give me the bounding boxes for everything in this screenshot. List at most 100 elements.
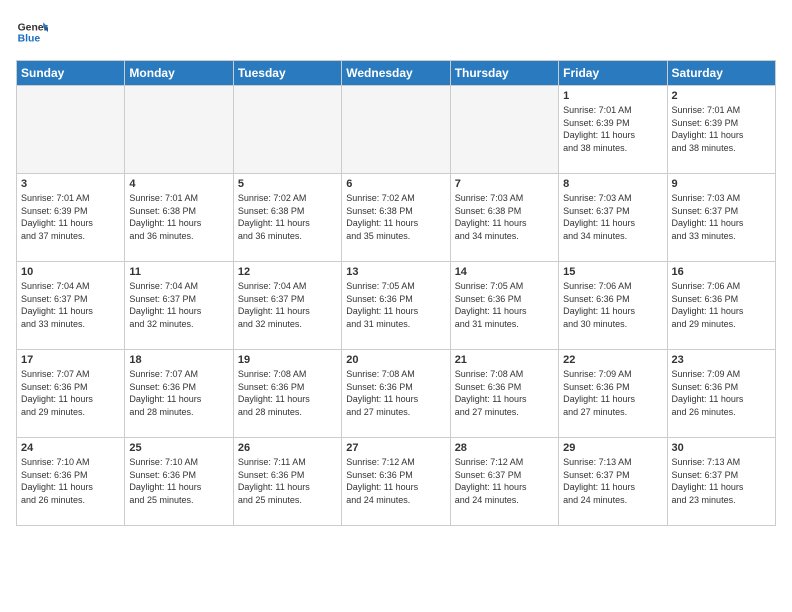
day-number: 23 xyxy=(672,354,771,366)
day-cell: 24 Sunrise: 7:10 AM Sunset: 6:36 PM Dayli… xyxy=(17,438,125,526)
day-info: Sunrise: 7:01 AM Sunset: 6:38 PM Dayligh… xyxy=(129,192,228,242)
logo-icon: General Blue xyxy=(16,16,48,48)
day-number: 9 xyxy=(672,178,771,190)
day-info: Sunrise: 7:02 AM Sunset: 6:38 PM Dayligh… xyxy=(346,192,445,242)
day-number: 1 xyxy=(563,90,662,102)
day-info: Sunrise: 7:09 AM Sunset: 6:36 PM Dayligh… xyxy=(672,368,771,418)
day-info: Sunrise: 7:01 AM Sunset: 6:39 PM Dayligh… xyxy=(21,192,120,242)
day-number: 27 xyxy=(346,442,445,454)
day-number: 3 xyxy=(21,178,120,190)
day-number: 13 xyxy=(346,266,445,278)
day-info: Sunrise: 7:01 AM Sunset: 6:39 PM Dayligh… xyxy=(563,104,662,154)
day-info: Sunrise: 7:04 AM Sunset: 6:37 PM Dayligh… xyxy=(238,280,337,330)
day-number: 25 xyxy=(129,442,228,454)
day-info: Sunrise: 7:12 AM Sunset: 6:36 PM Dayligh… xyxy=(346,456,445,506)
day-cell: 25 Sunrise: 7:10 AM Sunset: 6:36 PM Dayli… xyxy=(125,438,233,526)
day-info: Sunrise: 7:09 AM Sunset: 6:36 PM Dayligh… xyxy=(563,368,662,418)
day-cell: 11 Sunrise: 7:04 AM Sunset: 6:37 PM Dayli… xyxy=(125,262,233,350)
day-cell xyxy=(17,86,125,174)
day-cell: 6 Sunrise: 7:02 AM Sunset: 6:38 PM Daylig… xyxy=(342,174,450,262)
day-number: 7 xyxy=(455,178,554,190)
week-row-5: 24 Sunrise: 7:10 AM Sunset: 6:36 PM Dayli… xyxy=(17,438,776,526)
header-tuesday: Tuesday xyxy=(233,61,341,86)
header-monday: Monday xyxy=(125,61,233,86)
day-number: 17 xyxy=(21,354,120,366)
day-cell xyxy=(342,86,450,174)
day-number: 30 xyxy=(672,442,771,454)
header-friday: Friday xyxy=(559,61,667,86)
day-cell: 15Sunrise: 7:06 AM Sunset: 6:36 PM Dayli… xyxy=(559,262,667,350)
day-cell xyxy=(233,86,341,174)
day-info: Sunrise: 7:03 AM Sunset: 6:38 PM Dayligh… xyxy=(455,192,554,242)
day-cell: 3 Sunrise: 7:01 AM Sunset: 6:39 PM Daylig… xyxy=(17,174,125,262)
day-number: 8 xyxy=(563,178,662,190)
day-info: Sunrise: 7:06 AM Sunset: 6:36 PM Dayligh… xyxy=(563,280,662,330)
header-thursday: Thursday xyxy=(450,61,558,86)
day-cell: 20Sunrise: 7:08 AM Sunset: 6:36 PM Dayli… xyxy=(342,350,450,438)
day-number: 20 xyxy=(346,354,445,366)
day-cell: 18 Sunrise: 7:07 AM Sunset: 6:36 PM Dayli… xyxy=(125,350,233,438)
svg-text:Blue: Blue xyxy=(18,34,41,45)
day-cell: 13 Sunrise: 7:05 AM Sunset: 6:36 PM Dayli… xyxy=(342,262,450,350)
day-cell xyxy=(450,86,558,174)
day-cell: 19 Sunrise: 7:08 AM Sunset: 6:36 PM Dayli… xyxy=(233,350,341,438)
day-info: Sunrise: 7:02 AM Sunset: 6:38 PM Dayligh… xyxy=(238,192,337,242)
day-cell: 17 Sunrise: 7:07 AM Sunset: 6:36 PM Dayli… xyxy=(17,350,125,438)
day-cell: 4 Sunrise: 7:01 AM Sunset: 6:38 PM Daylig… xyxy=(125,174,233,262)
day-cell: 28Sunrise: 7:12 AM Sunset: 6:37 PM Dayli… xyxy=(450,438,558,526)
day-info: Sunrise: 7:04 AM Sunset: 6:37 PM Dayligh… xyxy=(21,280,120,330)
day-info: Sunrise: 7:05 AM Sunset: 6:36 PM Dayligh… xyxy=(455,280,554,330)
day-info: Sunrise: 7:04 AM Sunset: 6:37 PM Dayligh… xyxy=(129,280,228,330)
day-number: 16 xyxy=(672,266,771,278)
day-number: 11 xyxy=(129,266,228,278)
day-cell: 1 Sunrise: 7:01 AM Sunset: 6:39 PM Daylig… xyxy=(559,86,667,174)
day-cell: 7 Sunrise: 7:03 AM Sunset: 6:38 PM Daylig… xyxy=(450,174,558,262)
week-row-4: 17 Sunrise: 7:07 AM Sunset: 6:36 PM Dayli… xyxy=(17,350,776,438)
day-cell: 2 Sunrise: 7:01 AM Sunset: 6:39 PM Daylig… xyxy=(667,86,775,174)
day-cell: 26 Sunrise: 7:11 AM Sunset: 6:36 PM Dayli… xyxy=(233,438,341,526)
day-number: 21 xyxy=(455,354,554,366)
day-number: 6 xyxy=(346,178,445,190)
week-row-3: 10 Sunrise: 7:04 AM Sunset: 6:37 PM Dayli… xyxy=(17,262,776,350)
day-info: Sunrise: 7:03 AM Sunset: 6:37 PM Dayligh… xyxy=(563,192,662,242)
day-cell: 16 Sunrise: 7:06 AM Sunset: 6:36 PM Dayli… xyxy=(667,262,775,350)
day-info: Sunrise: 7:10 AM Sunset: 6:36 PM Dayligh… xyxy=(21,456,120,506)
day-cell: 5 Sunrise: 7:02 AM Sunset: 6:38 PM Daylig… xyxy=(233,174,341,262)
day-cell: 8 Sunrise: 7:03 AM Sunset: 6:37 PM Daylig… xyxy=(559,174,667,262)
day-cell xyxy=(125,86,233,174)
day-number: 2 xyxy=(672,90,771,102)
logo: General Blue xyxy=(16,16,52,48)
day-cell: 21 Sunrise: 7:08 AM Sunset: 6:36 PM Dayli… xyxy=(450,350,558,438)
day-number: 26 xyxy=(238,442,337,454)
day-cell: 9 Sunrise: 7:03 AM Sunset: 6:37 PM Daylig… xyxy=(667,174,775,262)
day-cell: 22 Sunrise: 7:09 AM Sunset: 6:36 PM Dayli… xyxy=(559,350,667,438)
day-info: Sunrise: 7:06 AM Sunset: 6:36 PM Dayligh… xyxy=(672,280,771,330)
day-info: Sunrise: 7:10 AM Sunset: 6:36 PM Dayligh… xyxy=(129,456,228,506)
day-info: Sunrise: 7:07 AM Sunset: 6:36 PM Dayligh… xyxy=(129,368,228,418)
week-row-1: 1 Sunrise: 7:01 AM Sunset: 6:39 PM Daylig… xyxy=(17,86,776,174)
header-saturday: Saturday xyxy=(667,61,775,86)
day-cell: 10 Sunrise: 7:04 AM Sunset: 6:37 PM Dayli… xyxy=(17,262,125,350)
day-number: 22 xyxy=(563,354,662,366)
day-number: 19 xyxy=(238,354,337,366)
day-info: Sunrise: 7:08 AM Sunset: 6:36 PM Dayligh… xyxy=(238,368,337,418)
day-number: 5 xyxy=(238,178,337,190)
day-number: 24 xyxy=(21,442,120,454)
day-info: Sunrise: 7:01 AM Sunset: 6:39 PM Dayligh… xyxy=(672,104,771,154)
day-cell: 23 Sunrise: 7:09 AM Sunset: 6:36 PM Dayli… xyxy=(667,350,775,438)
day-number: 28 xyxy=(455,442,554,454)
day-number: 18 xyxy=(129,354,228,366)
day-info: Sunrise: 7:08 AM Sunset: 6:36 PM Dayligh… xyxy=(455,368,554,418)
day-info: Sunrise: 7:05 AM Sunset: 6:36 PM Dayligh… xyxy=(346,280,445,330)
day-info: Sunrise: 7:11 AM Sunset: 6:36 PM Dayligh… xyxy=(238,456,337,506)
day-info: Sunrise: 7:07 AM Sunset: 6:36 PM Dayligh… xyxy=(21,368,120,418)
day-info: Sunrise: 7:03 AM Sunset: 6:37 PM Dayligh… xyxy=(672,192,771,242)
day-number: 10 xyxy=(21,266,120,278)
day-cell: 29Sunrise: 7:13 AM Sunset: 6:37 PM Dayli… xyxy=(559,438,667,526)
day-cell: 12Sunrise: 7:04 AM Sunset: 6:37 PM Dayli… xyxy=(233,262,341,350)
day-number: 4 xyxy=(129,178,228,190)
calendar-header-row: SundayMondayTuesdayWednesdayThursdayFrid… xyxy=(17,61,776,86)
day-cell: 30Sunrise: 7:13 AM Sunset: 6:37 PM Dayli… xyxy=(667,438,775,526)
day-info: Sunrise: 7:13 AM Sunset: 6:37 PM Dayligh… xyxy=(563,456,662,506)
day-cell: 27 Sunrise: 7:12 AM Sunset: 6:36 PM Dayli… xyxy=(342,438,450,526)
